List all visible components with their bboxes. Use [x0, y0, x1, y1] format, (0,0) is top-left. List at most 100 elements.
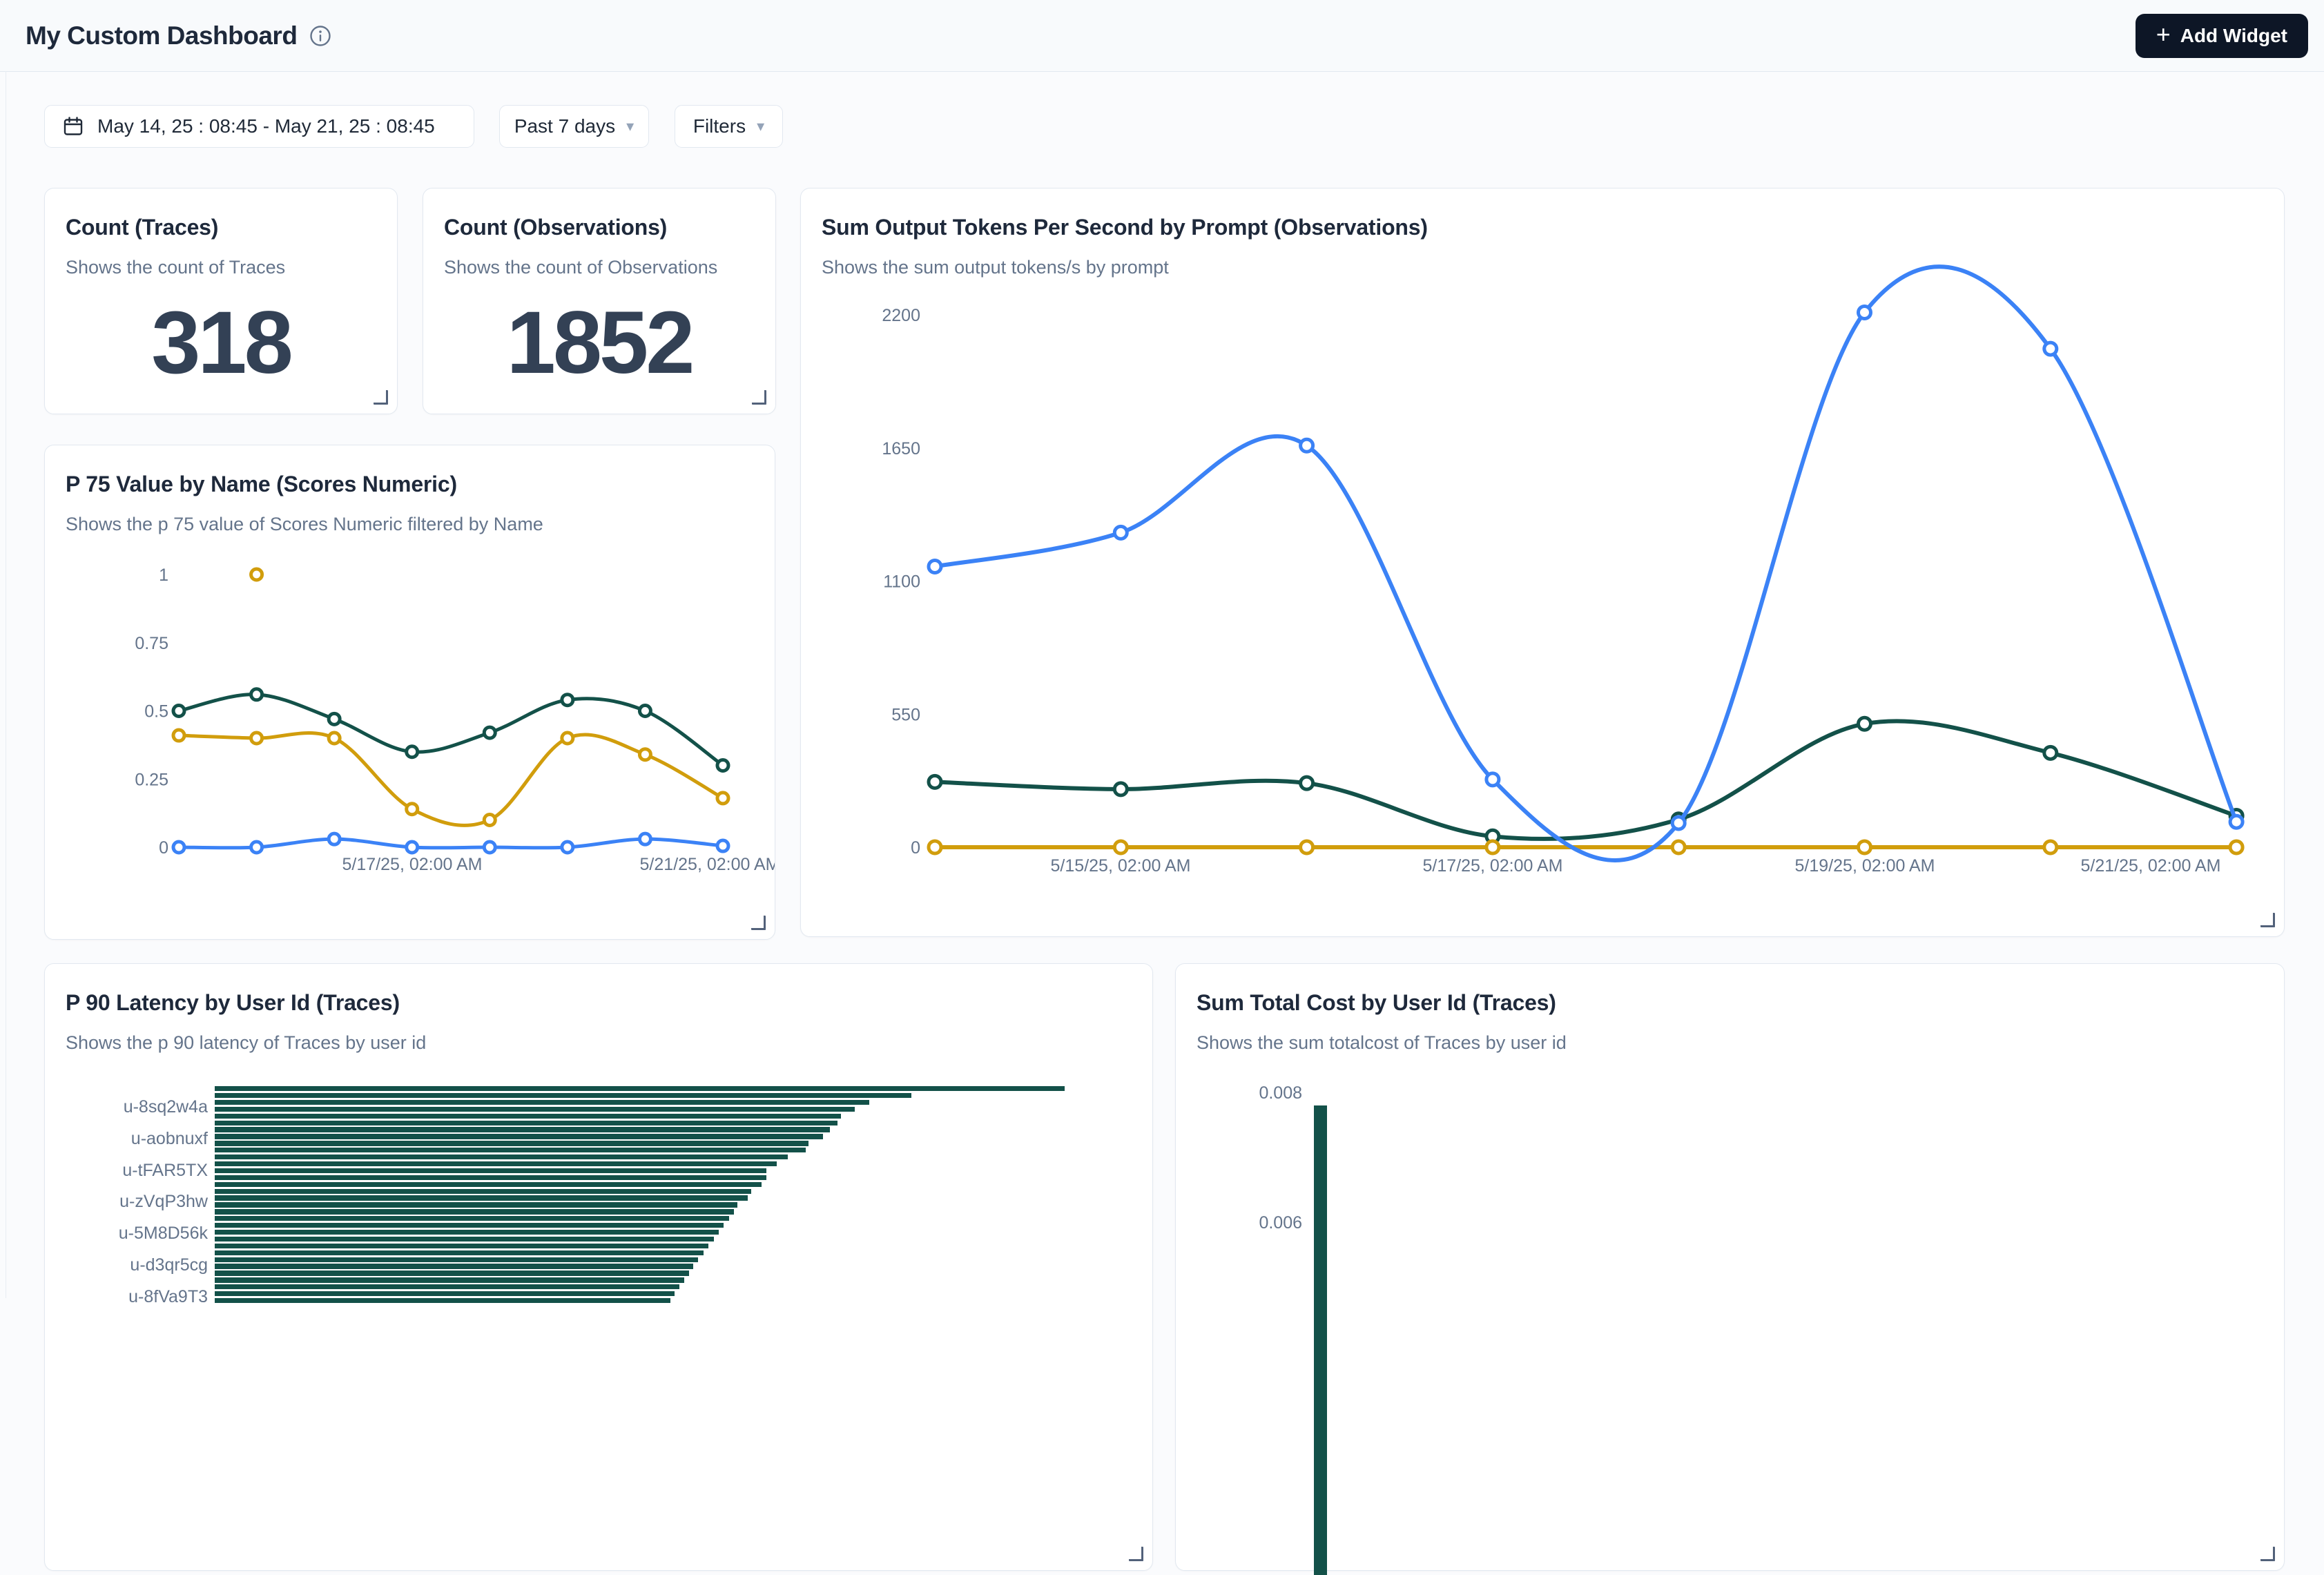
resize-handle-icon[interactable]: [1129, 1547, 1143, 1561]
score-series-green-point: [639, 706, 650, 717]
latency-bar: [215, 1223, 724, 1228]
latency-bar: [215, 1291, 675, 1296]
score-series-green-point: [173, 706, 184, 717]
calendar-icon: [63, 116, 84, 137]
prompt-series-green-point: [929, 775, 941, 788]
user-id-axis-label: u-5M8D56k: [45, 1224, 208, 1242]
prompt-series-green-point: [1859, 717, 1871, 730]
score-series-blue-point: [484, 842, 495, 853]
prompt-series-blue-point: [1859, 307, 1871, 319]
latency-bar: [215, 1202, 737, 1207]
resize-handle-icon[interactable]: [752, 390, 766, 405]
y-axis-tick: 1650: [882, 439, 920, 458]
latency-bar: [215, 1284, 679, 1289]
latency-bar: [215, 1107, 855, 1112]
p90-bar-chart: u-8sq2w4au-aobnuxfu-tFAR5TXu-zVqP3hwu-5M…: [45, 964, 1152, 1570]
widget-sum-output-tokens: Sum Output Tokens Per Second by Prompt (…: [800, 188, 2285, 937]
y-axis-tick: 2200: [882, 306, 920, 325]
widget-subtitle: Shows the count of Observations: [444, 257, 775, 278]
latency-bar: [215, 1154, 788, 1159]
prompt-series-blue-point: [929, 560, 941, 572]
date-preset-select[interactable]: Past 7 days ▾: [499, 105, 649, 148]
widget-count-traces: Count (Traces) Shows the count of Traces…: [44, 188, 398, 414]
info-icon[interactable]: [309, 25, 331, 47]
user-id-axis-label: u-d3qr5cg: [45, 1256, 208, 1274]
widget-count-observations: Count (Observations) Shows the count of …: [423, 188, 776, 414]
resize-handle-icon[interactable]: [751, 916, 766, 930]
x-axis-tick: 5/19/25, 02:00 AM: [1795, 856, 1935, 876]
resize-handle-icon[interactable]: [2260, 913, 2275, 927]
latency-bar: [215, 1244, 708, 1248]
latency-bar: [215, 1264, 693, 1268]
prompt-series-blue-point: [2230, 815, 2243, 828]
widget-title: Count (Observations): [444, 215, 775, 240]
score-series-green-point: [484, 727, 495, 738]
count-value: 318: [151, 292, 291, 394]
prompt-series-gold-point: [1301, 841, 1313, 853]
latency-bar: [215, 1209, 734, 1214]
y-axis-tick: 1: [159, 566, 168, 585]
score-series-blue-point: [329, 833, 340, 844]
date-preset-value: Past 7 days: [514, 115, 615, 137]
latency-bar: [215, 1121, 837, 1125]
latency-bar: [215, 1250, 704, 1255]
latency-bar: [215, 1237, 714, 1241]
cost-bar: [1314, 1105, 1327, 1575]
score-series-gold-point: [639, 749, 650, 760]
page-header: My Custom Dashboard + Add Widget: [0, 0, 2324, 72]
latency-bar: [215, 1189, 751, 1194]
y-axis-tick: 550: [891, 705, 920, 724]
resize-handle-icon[interactable]: [374, 390, 388, 405]
user-id-axis-label: u-8sq2w4a: [45, 1098, 208, 1116]
date-range-picker[interactable]: May 14, 25 : 08:45 - May 21, 25 : 08:45: [44, 105, 474, 148]
prompt-series-blue-point: [1672, 817, 1685, 829]
user-id-axis-label: u-8fVa9T3: [45, 1288, 208, 1306]
score-series-gold-point: [173, 730, 184, 741]
latency-bar: [215, 1100, 869, 1105]
prompt-series-gold-point: [929, 841, 941, 853]
score-series-green-point: [717, 760, 728, 771]
filters-label: Filters: [693, 115, 746, 137]
user-id-axis-label: u-zVqP3hw: [45, 1192, 208, 1210]
score-series-blue-point: [407, 842, 418, 853]
widget-subtitle: Shows the count of Traces: [66, 257, 397, 278]
prompt-series-blue-point: [1487, 773, 1499, 786]
latency-bar: [215, 1148, 806, 1152]
latency-bar: [215, 1216, 729, 1221]
y-axis-tick: 0.5: [144, 702, 168, 722]
latency-bar: [215, 1168, 766, 1173]
latency-bar: [215, 1127, 830, 1132]
x-axis-tick: 5/17/25, 02:00 AM: [1423, 856, 1563, 876]
count-value: 1852: [507, 292, 693, 394]
latency-bar: [215, 1134, 823, 1139]
widget-p90-latency: P 90 Latency by User Id (Traces) Shows t…: [44, 963, 1153, 1571]
filter-toolbar: May 14, 25 : 08:45 - May 21, 25 : 08:45 …: [0, 71, 2324, 154]
prompt-series-gold-point: [2230, 841, 2243, 853]
resize-handle-icon[interactable]: [2260, 1547, 2275, 1561]
latency-bar: [215, 1230, 719, 1235]
score-series-green-point: [251, 689, 262, 700]
latency-bar: [215, 1257, 698, 1262]
prompt-series-green-point: [1114, 783, 1127, 795]
score-series-blue-point: [173, 842, 184, 853]
score-series-gold-point: [251, 733, 262, 744]
add-widget-button[interactable]: + Add Widget: [2136, 14, 2308, 58]
widget-title: Count (Traces): [66, 215, 397, 240]
chevron-down-icon: ▾: [626, 117, 634, 135]
x-axis-tick: 5/15/25, 02:00 AM: [1051, 856, 1191, 876]
latency-bar: [215, 1270, 689, 1275]
prompt-series-blue-point: [2044, 342, 2057, 355]
prompt-series-gold-point: [1672, 841, 1685, 853]
latency-bar: [215, 1141, 808, 1146]
y-axis-tick: 0.25: [135, 770, 168, 789]
prompt-series-gold-point: [2044, 841, 2057, 853]
score-series-gold-point: [484, 815, 495, 826]
filters-button[interactable]: Filters ▾: [675, 105, 783, 148]
latency-bar: [215, 1175, 766, 1180]
latency-bar: [215, 1086, 1065, 1091]
y-axis-tick: 0.008: [1176, 1084, 1302, 1102]
widget-sum-total-cost: Sum Total Cost by User Id (Traces) Shows…: [1175, 963, 2285, 1571]
date-range-value: May 14, 25 : 08:45 - May 21, 25 : 08:45: [97, 115, 435, 137]
x-axis-tick: 5/21/25, 02:00 AM: [2081, 856, 2221, 876]
y-axis-tick: 0: [159, 838, 168, 858]
